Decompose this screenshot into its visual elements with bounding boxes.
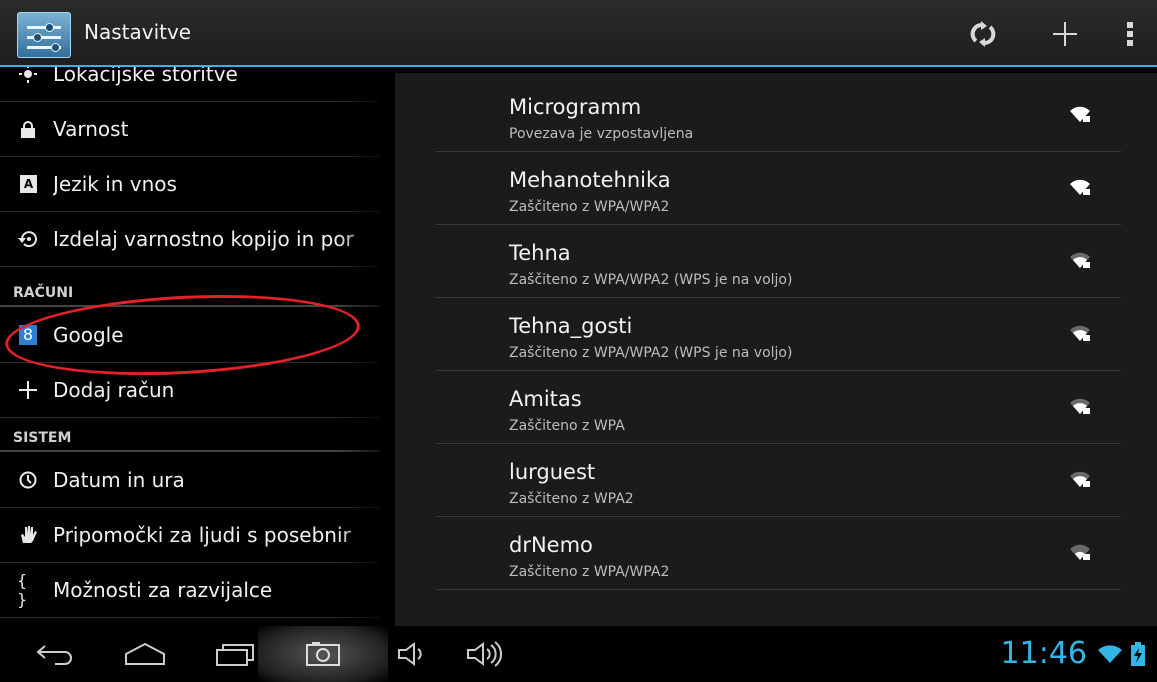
volume-up-icon[interactable]: [455, 626, 515, 682]
menu-item-security[interactable]: Varnost: [0, 102, 380, 157]
settings-sliders-icon[interactable]: [17, 12, 71, 58]
section-header-accounts: RAČUNI: [0, 279, 380, 307]
wifi-status-icon: [1098, 645, 1122, 663]
action-bar: Nastavitve: [0, 0, 1157, 67]
plus-icon: [17, 380, 39, 400]
volume-down-icon[interactable]: [392, 626, 432, 682]
svg-text:A: A: [23, 177, 33, 191]
menu-item-date-time[interactable]: Datum in ura: [0, 453, 380, 508]
back-icon[interactable]: [20, 626, 90, 682]
menu-item-accessibility[interactable]: Pripomočki za ljudi s posebnir: [0, 508, 380, 563]
wifi-network-item[interactable]: Amitas Zaščiteno z WPA: [435, 371, 1121, 444]
braces-icon: { }: [17, 571, 28, 609]
wifi-network-item[interactable]: lurguest Zaščiteno z WPA2: [435, 444, 1121, 517]
add-icon[interactable]: [1040, 14, 1090, 54]
menu-item-developer-options[interactable]: { } Možnosti za razvijalce: [0, 563, 380, 618]
menu-item-location[interactable]: Lokacijske storitve: [0, 67, 380, 102]
menu-item-language[interactable]: A Jezik in vnos: [0, 157, 380, 212]
section-header-system: SISTEM: [0, 424, 380, 452]
wifi-signal-lock-icon: [1070, 325, 1090, 341]
wifi-network-item[interactable]: Mehanotehnika Zaščiteno z WPA/WPA2: [435, 152, 1121, 225]
wifi-network-list: Microgramm Povezava je vzpostavljena Meh…: [395, 73, 1157, 626]
menu-item-backup[interactable]: Izdelaj varnostno kopijo in por: [0, 212, 380, 267]
google-icon: 8: [17, 325, 39, 345]
sync-icon[interactable]: [958, 14, 1008, 54]
status-clock: 11:46: [1000, 636, 1087, 671]
menu-item-add-account[interactable]: Dodaj račun: [0, 363, 380, 418]
wifi-signal-lock-icon: [1070, 544, 1090, 560]
lock-icon: [17, 120, 39, 138]
wifi-network-item[interactable]: drNemo Zaščiteno z WPA/WPA2: [435, 517, 1121, 590]
wifi-signal-lock-icon: [1070, 398, 1090, 414]
menu-item-google[interactable]: 8 Google: [0, 308, 380, 363]
hand-icon: [17, 525, 39, 545]
wifi-signal-lock-icon: [1070, 471, 1090, 487]
app-title: Nastavitve: [84, 20, 192, 44]
settings-list: Lokacijske storitve Varnost A Jezik in v…: [0, 67, 395, 626]
keyboard-a-icon: A: [17, 175, 39, 193]
clock-icon: [17, 471, 39, 489]
wifi-network-item[interactable]: Microgramm Povezava je vzpostavljena: [435, 79, 1121, 152]
screenshot-icon[interactable]: [258, 626, 388, 682]
backup-restore-icon: [17, 229, 39, 249]
wifi-signal-lock-icon: [1070, 179, 1090, 195]
wifi-signal-lock-icon: [1070, 106, 1090, 122]
wifi-signal-lock-icon: [1070, 252, 1090, 268]
home-icon[interactable]: [110, 626, 180, 682]
overflow-menu-icon[interactable]: [1110, 14, 1150, 54]
wifi-network-item[interactable]: Tehna_gosti Zaščiteno z WPA/WPA2 (WPS je…: [435, 298, 1121, 371]
battery-charging-icon: [1131, 642, 1145, 666]
location-icon: [17, 67, 39, 83]
system-bar: 11:46: [0, 626, 1157, 682]
wifi-network-item[interactable]: Tehna Zaščiteno z WPA/WPA2 (WPS je na vo…: [435, 225, 1121, 298]
